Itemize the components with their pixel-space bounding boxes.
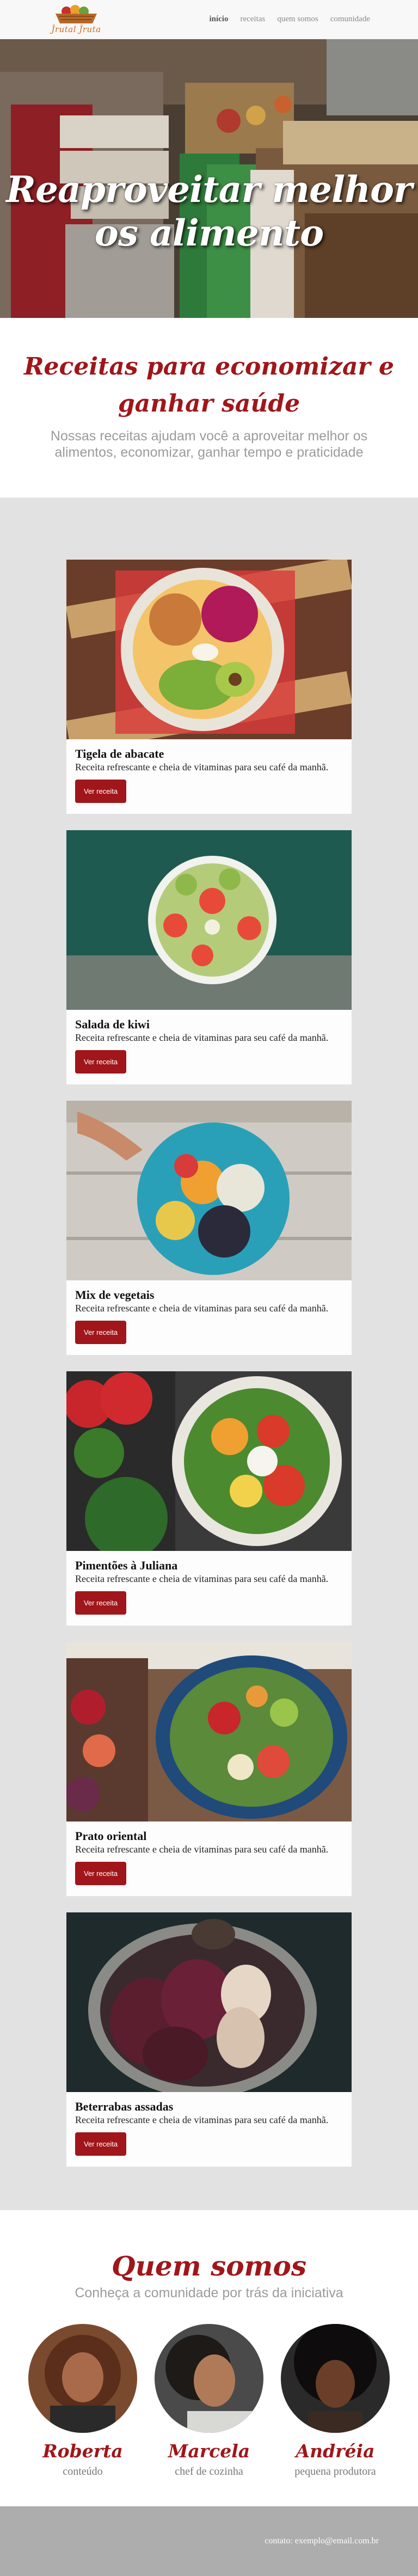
recipe-card: Pimentões à Juliana Receita refrescante … [66, 1371, 352, 1626]
footer-contact: contato: exemplo@email.com.br [265, 2536, 379, 2546]
recipe-card: Beterrabas assadas Receita refrescante e… [66, 1912, 352, 2167]
recipe-image-avocado-bowl[interactable] [66, 560, 352, 739]
fruit-basket-icon [56, 4, 97, 23]
view-recipe-button[interactable]: Ver receita [75, 1050, 127, 1074]
main-nav: início receitas quem somos comunidade [209, 15, 370, 24]
nav-link-inicio[interactable]: início [209, 15, 228, 24]
recipe-description: Receita refrescante e cheia de vitaminas… [75, 1573, 329, 1584]
recipe-description: Receita refrescante e cheia de vitaminas… [75, 2114, 329, 2125]
recipe-card-body: Prato oriental Receita refrescante e che… [66, 1821, 352, 1896]
intro-title: Receitas para economizar e ganhar saúde [23, 353, 394, 418]
member-card: Marcela chef de cozinha [155, 2324, 263, 2478]
recipe-image-peppers-plate[interactable] [66, 1371, 352, 1551]
view-recipe-button[interactable]: Ver receita [75, 2132, 127, 2156]
intro-section: Receitas para economizar e ganhar saúde … [0, 318, 418, 498]
member-name: Roberta [42, 2440, 123, 2462]
recipe-description: Receita refrescante e cheia de vitaminas… [75, 1032, 329, 1043]
member-name: Andréia [296, 2440, 375, 2462]
recipe-title: Pimentões à Juliana [75, 1559, 178, 1572]
about-subtitle: Conheça a comunidade por trás da iniciat… [75, 2285, 343, 2301]
view-recipe-button[interactable]: Ver receita [75, 1321, 127, 1344]
member-card: Roberta conteúdo [28, 2324, 137, 2478]
recipe-title: Tigela de abacate [75, 747, 164, 760]
hero-banner: Reaproveitar melhor os alimento [0, 39, 418, 318]
navbar: Ĵrutal Ĵruta início receitas quem somos … [0, 0, 418, 39]
recipe-description: Receita refrescante e cheia de vitaminas… [75, 762, 329, 772]
intro-subtitle: Nossas receitas ajudam você a aproveitar… [50, 428, 368, 460]
about-title: Quem somos [112, 2250, 306, 2282]
recipe-title: Mix de vegetais [75, 1288, 155, 1302]
recipe-card: Tigela de abacate Receita refrescante e … [66, 560, 352, 814]
brand-logo[interactable]: Ĵrutal Ĵruta [48, 2, 104, 37]
recipe-card-body: Pimentões à Juliana Receita refrescante … [66, 1551, 352, 1626]
recipe-title: Beterrabas assadas [75, 2100, 174, 2113]
member-role: chef de cozinha [175, 2465, 243, 2477]
recipe-image-oriental-salad[interactable] [66, 1642, 352, 1821]
view-recipe-button[interactable]: Ver receita [75, 1862, 127, 1885]
avatar [155, 2324, 263, 2433]
recipe-card: Prato oriental Receita refrescante e che… [66, 1642, 352, 1896]
about-section: Quem somos Conheça a comunidade por trás… [0, 2210, 418, 2506]
recipe-description: Receita refrescante e cheia de vitaminas… [75, 1303, 329, 1314]
recipe-title: Salada de kiwi [75, 1017, 150, 1031]
members-list: Roberta conteúdo Marcela chef de cozinha… [0, 2324, 418, 2478]
recipe-card-body: Beterrabas assadas Receita refrescante e… [66, 2092, 352, 2167]
recipe-card-body: Mix de vegetais Receita refrescante e ch… [66, 1280, 352, 1355]
view-recipe-button[interactable]: Ver receita [75, 1591, 127, 1615]
hero-title: Reaproveitar melhor os alimento [6, 168, 413, 254]
recipe-card: Salada de kiwi Receita refrescante e che… [66, 830, 352, 1084]
recipe-title: Prato oriental [75, 1829, 147, 1843]
recipe-image-vegetable-mix[interactable] [66, 1101, 352, 1280]
avatar [28, 2324, 137, 2433]
member-name: Marcela [168, 2440, 250, 2462]
view-recipe-button[interactable]: Ver receita [75, 780, 127, 803]
footer: contato: exemplo@email.com.br [0, 2506, 418, 2576]
recipe-card-body: Salada de kiwi Receita refrescante e che… [66, 1010, 352, 1084]
nav-link-quem-somos[interactable]: quem somos [277, 15, 318, 24]
recipe-card: Mix de vegetais Receita refrescante e ch… [66, 1101, 352, 1355]
recipe-image-kiwi-bowl[interactable] [66, 830, 352, 1010]
recipe-image-roasted-beets[interactable] [66, 1912, 352, 2092]
nav-link-receitas[interactable]: receitas [240, 15, 265, 24]
recipe-card-body: Tigela de abacate Receita refrescante e … [66, 739, 352, 814]
member-role: conteúdo [63, 2465, 103, 2477]
brand-logo-text: Ĵrutal Ĵruta [51, 24, 101, 34]
nav-link-comunidade[interactable]: comunidade [330, 15, 370, 24]
avatar [281, 2324, 390, 2433]
recipe-description: Receita refrescante e cheia de vitaminas… [75, 1844, 329, 1855]
member-card: Andréia pequena produtora [281, 2324, 390, 2478]
member-role: pequena produtora [294, 2465, 376, 2477]
recipes-section: Tigela de abacate Receita refrescante e … [0, 498, 418, 2210]
